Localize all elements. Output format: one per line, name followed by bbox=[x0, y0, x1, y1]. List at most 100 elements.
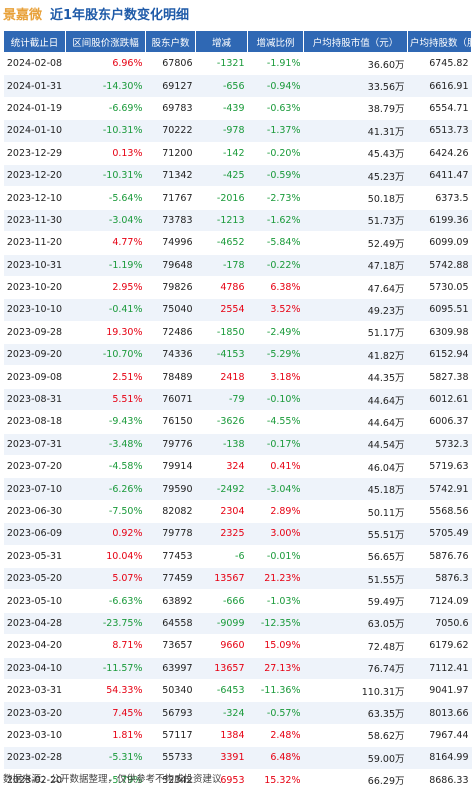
avg-shares-cell: 5732.3 bbox=[407, 433, 472, 457]
change-ratio-cell: -0.63% bbox=[247, 97, 304, 121]
table-row: 2023-03-20 7.45% 56793 -324 -0.57% 63.35万 8013… bbox=[3, 701, 472, 725]
date-cell: 2023-07-31 bbox=[3, 433, 66, 457]
change-cell: 13567 bbox=[195, 567, 248, 591]
avg-shares-cell: 6745.82 bbox=[407, 52, 472, 76]
holders-cell: 79776 bbox=[145, 433, 196, 457]
change-cell: -4153 bbox=[195, 343, 248, 367]
holders-cell: 79590 bbox=[145, 477, 196, 501]
column-header: 户均持股数（股） bbox=[407, 30, 472, 53]
date-cell: 2024-01-31 bbox=[3, 74, 66, 98]
change-ratio-cell: -0.94% bbox=[247, 74, 304, 98]
column-header: 区间股价涨跌幅 bbox=[65, 30, 146, 53]
change-cell: 9660 bbox=[195, 634, 248, 658]
avg-value-cell: 51.55万 bbox=[303, 567, 408, 591]
holders-cell: 73657 bbox=[145, 634, 196, 658]
date-cell: 2023-05-20 bbox=[3, 567, 66, 591]
avg-value-cell: 44.64万 bbox=[303, 410, 408, 434]
table-row: 2023-02-28 -5.31% 55733 3391 6.48% 59.00万 8164… bbox=[3, 746, 472, 770]
change-cell: -666 bbox=[195, 589, 248, 613]
price-change-cell: 5.07% bbox=[65, 567, 146, 591]
avg-value-cell: 55.51万 bbox=[303, 522, 408, 546]
avg-value-cell: 66.29万 bbox=[303, 769, 408, 792]
avg-shares-cell: 6513.73 bbox=[407, 119, 472, 143]
date-cell: 2023-03-20 bbox=[3, 701, 66, 725]
avg-shares-cell: 5705.49 bbox=[407, 522, 472, 546]
change-ratio-cell: 27.13% bbox=[247, 657, 304, 680]
holders-cell: 77459 bbox=[145, 567, 196, 591]
avg-value-cell: 50.11万 bbox=[303, 500, 408, 524]
table-row: 2023-03-10 1.81% 57117 1384 2.48% 58.62万 7967.… bbox=[3, 724, 472, 748]
price-change-cell: -1.19% bbox=[65, 254, 146, 277]
holders-cell: 74336 bbox=[145, 343, 196, 367]
avg-shares-cell: 5876.3 bbox=[407, 567, 472, 591]
price-change-cell: -0.41% bbox=[65, 298, 146, 322]
change-ratio-cell: 15.32% bbox=[247, 769, 304, 792]
price-change-cell: 54.33% bbox=[65, 679, 146, 703]
table-row: 2023-11-30 -3.04% 73783 -1213 -1.62% 51.73万 61… bbox=[3, 209, 472, 233]
date-cell: 2023-12-10 bbox=[3, 186, 66, 210]
avg-value-cell: 76.74万 bbox=[303, 657, 408, 680]
holders-cell: 72486 bbox=[145, 321, 196, 345]
date-cell: 2023-08-18 bbox=[3, 410, 66, 434]
date-cell: 2023-12-29 bbox=[3, 142, 66, 165]
avg-value-cell: 51.73万 bbox=[303, 209, 408, 233]
holders-cell: 76150 bbox=[145, 410, 196, 434]
change-ratio-cell: -3.04% bbox=[247, 477, 304, 501]
avg-shares-cell: 6152.94 bbox=[407, 343, 472, 367]
holders-cell: 63997 bbox=[145, 657, 196, 680]
price-change-cell: 10.04% bbox=[65, 545, 146, 568]
avg-value-cell: 52.49万 bbox=[303, 231, 408, 255]
holders-cell: 78489 bbox=[145, 365, 196, 389]
change-cell: -1850 bbox=[195, 321, 248, 345]
column-header: 统计截止日 bbox=[3, 30, 66, 53]
change-cell: 2554 bbox=[195, 298, 248, 322]
date-cell: 2024-02-08 bbox=[3, 52, 66, 76]
date-cell: 2023-03-10 bbox=[3, 724, 66, 748]
column-header: 增减 bbox=[195, 30, 248, 53]
change-cell: 2304 bbox=[195, 500, 248, 524]
change-cell: -6 bbox=[195, 545, 248, 568]
change-ratio-cell: 0.41% bbox=[247, 455, 304, 479]
holders-cell: 74996 bbox=[145, 231, 196, 255]
price-change-cell: -10.31% bbox=[65, 119, 146, 143]
change-ratio-cell: -1.91% bbox=[247, 52, 304, 76]
avg-shares-cell: 6616.91 bbox=[407, 74, 472, 98]
avg-shares-cell: 6411.47 bbox=[407, 164, 472, 188]
change-ratio-cell: -0.57% bbox=[247, 701, 304, 725]
price-change-cell: -10.31% bbox=[65, 164, 146, 188]
price-change-cell: -10.70% bbox=[65, 343, 146, 367]
change-cell: -6453 bbox=[195, 679, 248, 703]
change-ratio-cell: -0.59% bbox=[247, 164, 304, 188]
holders-cell: 73783 bbox=[145, 209, 196, 233]
change-cell: 324 bbox=[195, 455, 248, 479]
avg-shares-cell: 8686.33 bbox=[407, 769, 472, 792]
holders-cell: 77453 bbox=[145, 545, 196, 568]
holders-cell: 75040 bbox=[145, 298, 196, 322]
table-row: 2023-05-20 5.07% 77459 13567 21.23% 51.55万 587… bbox=[3, 567, 472, 591]
table-row: 2024-01-10 -10.31% 70222 -978 -1.37% 41.31万 65… bbox=[3, 119, 472, 143]
table-header-row: 统计截止日 区间股价涨跌幅 股东户数 增减 增减比例 户均持股市值（元） 户均持… bbox=[3, 30, 472, 53]
change-cell: -324 bbox=[195, 701, 248, 725]
table-row: 2023-08-18 -9.43% 76150 -3626 -4.55% 44.64万 60… bbox=[3, 410, 472, 434]
avg-shares-cell: 8013.66 bbox=[407, 701, 472, 725]
avg-value-cell: 45.18万 bbox=[303, 477, 408, 501]
change-cell: -2016 bbox=[195, 186, 248, 210]
avg-shares-cell: 6095.51 bbox=[407, 298, 472, 322]
avg-shares-cell: 7124.09 bbox=[407, 589, 472, 613]
holders-cell: 69127 bbox=[145, 74, 196, 98]
holders-cell: 76071 bbox=[145, 388, 196, 412]
change-ratio-cell: -2.73% bbox=[247, 186, 304, 210]
holders-cell: 50340 bbox=[145, 679, 196, 703]
table-row: 2023-09-20 -10.70% 74336 -4153 -5.29% 41.82万 6… bbox=[3, 343, 472, 367]
change-ratio-cell: -0.01% bbox=[247, 545, 304, 568]
price-change-cell: 19.30% bbox=[65, 321, 146, 345]
table-row: 2023-05-31 10.04% 77453 -6 -0.01% 56.65万 5876.… bbox=[3, 545, 472, 568]
column-header: 股东户数 bbox=[145, 30, 196, 53]
avg-value-cell: 58.62万 bbox=[303, 724, 408, 748]
avg-shares-cell: 5876.76 bbox=[407, 545, 472, 568]
price-change-cell: -5.31% bbox=[65, 746, 146, 770]
stock-name: 景嘉微 bbox=[3, 7, 43, 23]
table-row: 2024-01-19 -6.69% 69783 -439 -0.63% 38.79万 655… bbox=[3, 97, 472, 121]
date-cell: 2023-03-31 bbox=[3, 679, 66, 703]
change-ratio-cell: -0.20% bbox=[247, 142, 304, 165]
